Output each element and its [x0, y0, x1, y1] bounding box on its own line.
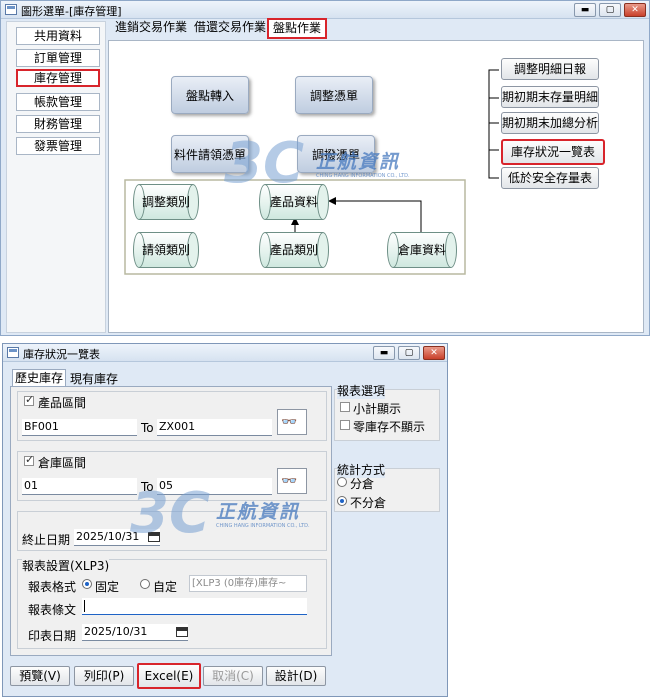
binoculars-icon: 👓 [281, 415, 298, 430]
warehouse-to-label: To [141, 480, 154, 494]
end-date-label: 終止日期 [22, 533, 71, 547]
warehouse-from-input[interactable]: 01 [22, 478, 137, 495]
by-warehouse-radio[interactable] [337, 477, 347, 487]
calendar-icon[interactable] [176, 627, 188, 637]
format-fixed-radio[interactable] [82, 579, 92, 589]
app-icon [7, 347, 19, 358]
cancel-button[interactable]: 取消(C) [203, 666, 263, 686]
maximize-button[interactable]: ▢ [398, 346, 420, 360]
product-type-label: 產品類別 [269, 243, 318, 257]
tab-loan-transactions[interactable]: 借還交易作業 [190, 18, 270, 39]
window2-titlebar: 庫存狀況一覽表 ▬ ▢ ✕ [3, 344, 447, 362]
excel-button[interactable]: Excel(E) [137, 663, 201, 689]
warehouse-lookup-button[interactable]: 👓 [277, 468, 307, 494]
transfer-voucher-button[interactable]: 調撥憑單 [297, 135, 375, 173]
adjustment-voucher-button[interactable]: 調整憑單 [295, 76, 373, 114]
report-opening-closing-summary[interactable]: 期初期末加總分析 [501, 112, 599, 134]
report-note-label: 報表條文 [28, 603, 77, 617]
sidebar-item-shared-data[interactable]: 共用資料 [16, 27, 100, 45]
product-range-label: 產品區間 [38, 396, 87, 410]
warehouse-range-label: 倉庫區間 [38, 456, 87, 470]
subtotal-checkbox[interactable] [340, 402, 350, 412]
hide-zero-stock-checkbox[interactable] [340, 420, 350, 430]
window-titlebar: 圖形選單-[庫存管理] ▬ ▢ ✕ [1, 1, 649, 19]
request-type-db[interactable]: 請領類別 [133, 232, 199, 268]
material-request-voucher-button[interactable]: 料件請領憑單 [171, 135, 249, 173]
no-split-label: 不分倉 [350, 496, 387, 510]
module-sidebar: 共用資料 訂單管理 庫存管理 帳款管理 財務管理 發票管理 [6, 21, 106, 333]
warehouse-range-checkbox[interactable] [24, 453, 34, 466]
calendar-icon[interactable] [148, 532, 160, 542]
report-below-safety-stock[interactable]: 低於安全存量表 [501, 167, 599, 189]
tab-sales-transactions[interactable]: 進銷交易作業 [111, 18, 191, 39]
product-range-checkbox[interactable] [24, 393, 34, 406]
sidebar-item-finance-management[interactable]: 財務管理 [16, 115, 100, 133]
report-settings-title: 報表設置(XLP3) [22, 557, 110, 574]
tab-stocktaking[interactable]: 盤點作業 [267, 18, 328, 39]
stock-count-import-button[interactable]: 盤點轉入 [171, 76, 249, 114]
product-to-input[interactable]: ZX001 [157, 419, 272, 436]
window2-title: 庫存狀況一覽表 [23, 348, 100, 361]
product-from-input[interactable]: BF001 [22, 419, 137, 436]
print-date-label: 印表日期 [28, 629, 77, 643]
format-custom-radio[interactable] [140, 579, 150, 589]
by-warehouse-label: 分倉 [350, 477, 375, 491]
sidebar-item-accounts-management[interactable]: 帳款管理 [16, 93, 100, 111]
format-fixed-label: 固定 [95, 580, 120, 594]
report-adjustment-daily[interactable]: 調整明細日報 [501, 58, 599, 80]
report-format-label: 報表格式 [28, 580, 77, 594]
sidebar-item-inventory-management[interactable]: 庫存管理 [16, 69, 100, 87]
warehouse-data-db[interactable]: 倉庫資料 [387, 232, 457, 268]
report-format-select[interactable]: [XLP3 (0庫存)庫存~ [189, 575, 307, 592]
tab-historical-inventory[interactable]: 歷史庫存 [12, 369, 67, 387]
minimize-button[interactable]: ▬ [373, 346, 395, 360]
adjustment-type-db[interactable]: 調整類別 [133, 184, 199, 220]
close-button[interactable]: ✕ [423, 346, 445, 360]
sidebar-item-order-management[interactable]: 訂單管理 [16, 49, 100, 67]
format-custom-label: 自定 [153, 580, 178, 594]
close-button[interactable]: ✕ [624, 3, 646, 17]
binoculars-icon: 👓 [281, 474, 298, 489]
product-type-db[interactable]: 產品類別 [259, 232, 329, 268]
report-opening-closing-detail[interactable]: 期初期末存量明細 [501, 86, 599, 108]
report-options-title: 報表選項 [337, 382, 386, 399]
report-note-input[interactable] [82, 598, 307, 615]
adjustment-type-label: 調整類別 [141, 195, 190, 209]
product-to-label: To [141, 421, 154, 435]
product-lookup-button[interactable]: 👓 [277, 409, 307, 435]
print-date-input[interactable]: 2025/10/31 [82, 624, 188, 641]
sidebar-item-invoice-management[interactable]: 發票管理 [16, 137, 100, 155]
subtotal-label: 小計顯示 [353, 402, 402, 416]
request-type-label: 請領類別 [141, 243, 190, 257]
design-button[interactable]: 設計(D) [266, 666, 326, 686]
product-data-label: 產品資料 [269, 195, 318, 209]
product-data-db[interactable]: 產品資料 [259, 184, 329, 220]
hide-zero-stock-label: 零庫存不顯示 [353, 420, 426, 434]
app-icon [5, 4, 17, 15]
no-split-radio[interactable] [337, 496, 347, 506]
print-button[interactable]: 列印(P) [74, 666, 134, 686]
text-caret [84, 600, 85, 612]
warehouse-to-input[interactable]: 05 [157, 478, 272, 495]
window-title: 圖形選單-[庫存管理] [21, 5, 122, 18]
warehouse-data-label: 倉庫資料 [397, 243, 446, 257]
flow-panel: 盤點轉入 調整憑單 料件請領憑單 調撥憑單 調整類別 產品資料 請領類別 產品類… [108, 40, 644, 333]
minimize-button[interactable]: ▬ [574, 3, 596, 17]
report-inventory-status-overview[interactable]: 庫存狀況一覽表 [501, 139, 605, 165]
preview-button[interactable]: 預覽(V) [10, 666, 70, 686]
graphic-menu-window: 圖形選單-[庫存管理] ▬ ▢ ✕ 共用資料 訂單管理 庫存管理 帳款管理 財務… [0, 0, 650, 336]
maximize-button[interactable]: ▢ [599, 3, 621, 17]
